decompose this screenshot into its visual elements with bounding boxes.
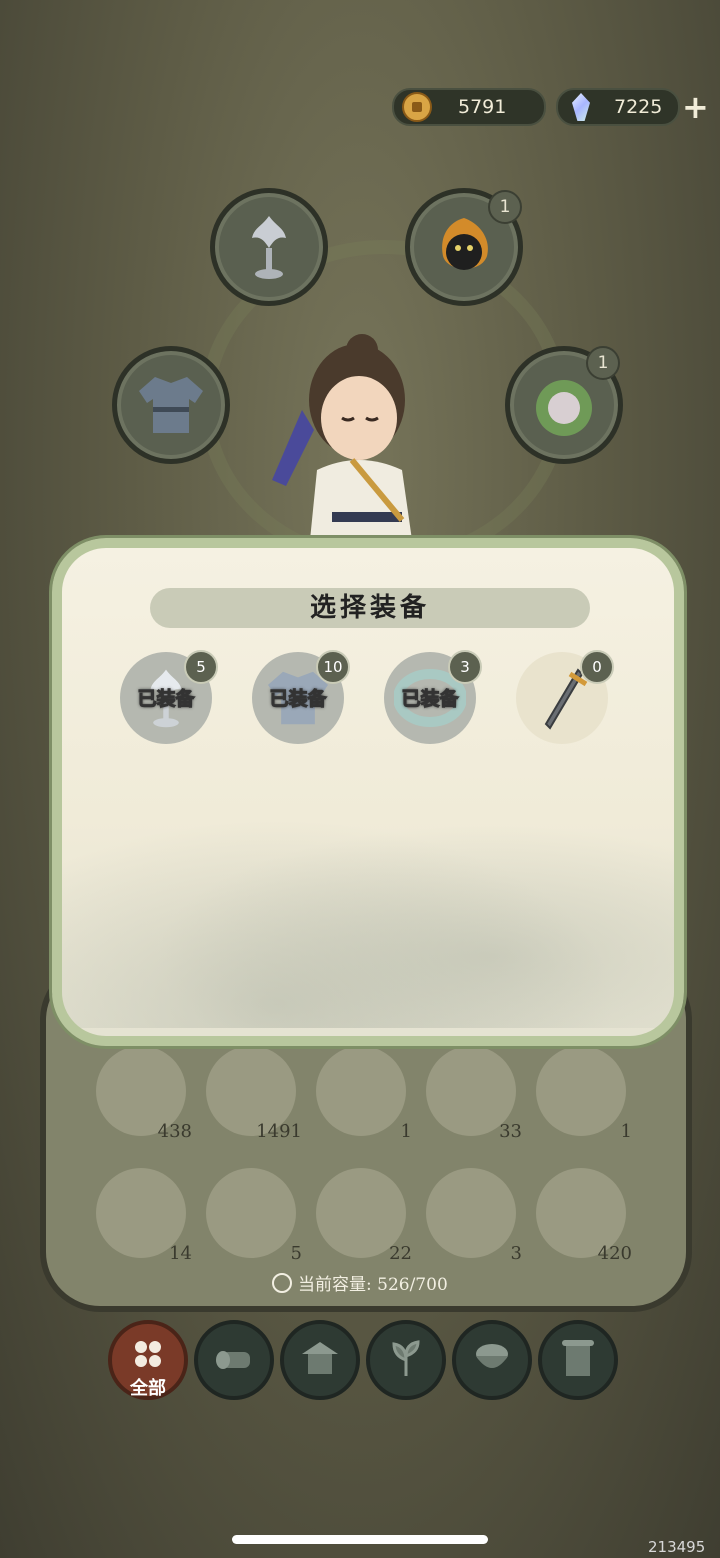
rice-bowl-icon <box>476 1344 508 1368</box>
tab-herbs[interactable] <box>366 1320 446 1400</box>
capacity-icon <box>272 1272 292 1293</box>
grid-icon <box>135 1341 161 1367</box>
tab-food[interactable] <box>452 1320 532 1400</box>
gem-icon <box>572 93 590 121</box>
home-indicator[interactable] <box>232 1535 488 1544</box>
inventory-item-green-orb[interactable]: 14 <box>96 1168 192 1264</box>
capacity-indicator: 当前容量: 526/700 <box>272 1270 448 1295</box>
select-equipment-dialog: 选择装备 已装备 5 已装备 10 已装备 3 0 <box>52 538 684 1046</box>
robe-icon <box>139 377 203 433</box>
inventory-item-red-orb[interactable]: 22 <box>316 1168 412 1264</box>
companion-portrait-icon <box>536 380 592 436</box>
gem-counter: 7225 <box>556 88 680 126</box>
inventory-item-log[interactable]: 1491 <box>206 1046 302 1142</box>
inventory-item-planks[interactable]: 420 <box>536 1168 632 1264</box>
scroll-icon <box>562 1340 594 1376</box>
tab-wood[interactable] <box>194 1320 274 1400</box>
mountain-backdrop <box>62 788 674 1028</box>
inventory-item-bamboo[interactable]: 1 <box>316 1046 412 1142</box>
watermark: 213495 <box>648 1538 706 1556</box>
inventory-item-flower[interactable]: 33 <box>426 1046 522 1142</box>
equipment-option-sword[interactable]: 0 <box>516 650 614 744</box>
add-gems-button[interactable]: + <box>682 88 709 126</box>
equipment-option-bracelet[interactable]: 已装备 3 <box>384 650 482 744</box>
inventory-item-herbs[interactable]: 438 <box>96 1046 192 1142</box>
coin-icon <box>402 92 432 122</box>
coin-counter: 5791 <box>392 88 546 126</box>
equipment-option-robe[interactable]: 已装备 10 <box>252 650 350 744</box>
tab-building[interactable] <box>280 1320 360 1400</box>
tab-all[interactable]: 全部 <box>108 1320 188 1400</box>
accessory-slot[interactable] <box>210 188 328 306</box>
leaf-icon <box>392 1340 420 1376</box>
inventory-item-gold-orb[interactable]: 1 <box>536 1046 632 1142</box>
inventory-item-blue-orb[interactable]: 5 <box>206 1168 302 1264</box>
beast-portrait-icon <box>442 218 488 270</box>
house-icon <box>302 1342 338 1374</box>
dialog-title: 选择装备 <box>150 588 590 628</box>
log-icon <box>216 1351 250 1369</box>
inventory-item-orange-orb[interactable]: 3 <box>426 1168 522 1264</box>
armor-slot[interactable] <box>112 346 230 464</box>
character-avatar <box>272 334 412 540</box>
pet-slot-badge: 1 <box>488 190 522 224</box>
lotus-lamp-icon <box>252 216 286 279</box>
equipment-option-lamp[interactable]: 已装备 5 <box>120 650 218 744</box>
tab-scrolls[interactable] <box>538 1320 618 1400</box>
companion-slot-badge: 1 <box>586 346 620 380</box>
